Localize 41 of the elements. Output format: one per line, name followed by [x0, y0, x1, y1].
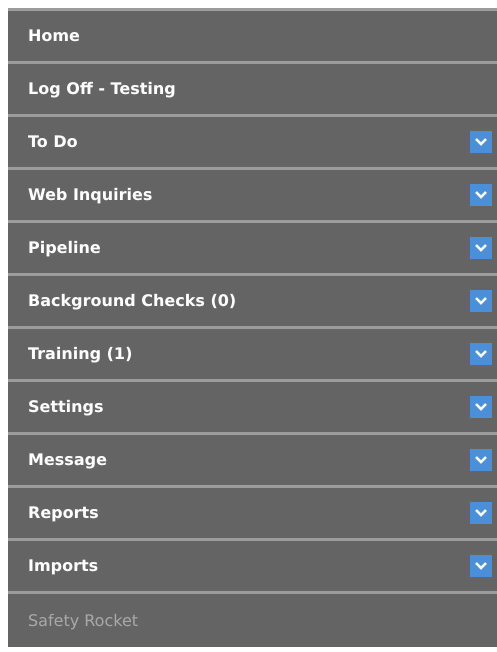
expand-button[interactable]	[470, 131, 492, 153]
chevron-down-icon	[474, 190, 488, 200]
menu-label: Settings	[28, 396, 104, 418]
menu-item[interactable]: To Do	[8, 117, 497, 170]
chevron-down-icon	[474, 455, 488, 465]
chevron-down-icon	[474, 243, 488, 253]
menu-label: Log Off - Testing	[28, 78, 176, 100]
expand-button[interactable]	[470, 396, 492, 418]
chevron-down-icon	[474, 508, 488, 518]
menu-item[interactable]: Home	[8, 11, 497, 64]
menu-label: To Do	[28, 131, 78, 153]
expand-button[interactable]	[470, 449, 492, 471]
chevron-down-icon	[474, 137, 488, 147]
menu-item[interactable]: Training (1)	[8, 329, 497, 382]
menu-label: Safety Rocket	[28, 610, 138, 632]
expand-button[interactable]	[470, 237, 492, 259]
menu-label: Background Checks (0)	[28, 290, 236, 312]
menu-label: Training (1)	[28, 343, 132, 365]
menu-item[interactable]: Imports	[8, 541, 497, 594]
menu-item[interactable]: Web Inquiries	[8, 170, 497, 223]
expand-button[interactable]	[470, 502, 492, 524]
menu-label: Reports	[28, 502, 99, 524]
chevron-down-icon	[474, 561, 488, 571]
expand-button[interactable]	[470, 184, 492, 206]
menu-item[interactable]: Background Checks (0)	[8, 276, 497, 329]
menu-label: Home	[28, 25, 80, 47]
chevron-down-icon	[474, 349, 488, 359]
expand-button[interactable]	[470, 343, 492, 365]
chevron-down-icon	[474, 296, 488, 306]
menu-label: Web Inquiries	[28, 184, 152, 206]
menu-item[interactable]: Settings	[8, 382, 497, 435]
chevron-down-icon	[474, 402, 488, 412]
expand-button[interactable]	[470, 290, 492, 312]
menu-item[interactable]: Reports	[8, 488, 497, 541]
menu-item[interactable]: Message	[8, 435, 497, 488]
menu-label: Message	[28, 449, 107, 471]
menu-label: Imports	[28, 555, 98, 577]
menu-item[interactable]: Log Off - Testing	[8, 64, 497, 117]
expand-button[interactable]	[470, 555, 492, 577]
menu-label: Pipeline	[28, 237, 101, 259]
menu-item[interactable]: Pipeline	[8, 223, 497, 276]
